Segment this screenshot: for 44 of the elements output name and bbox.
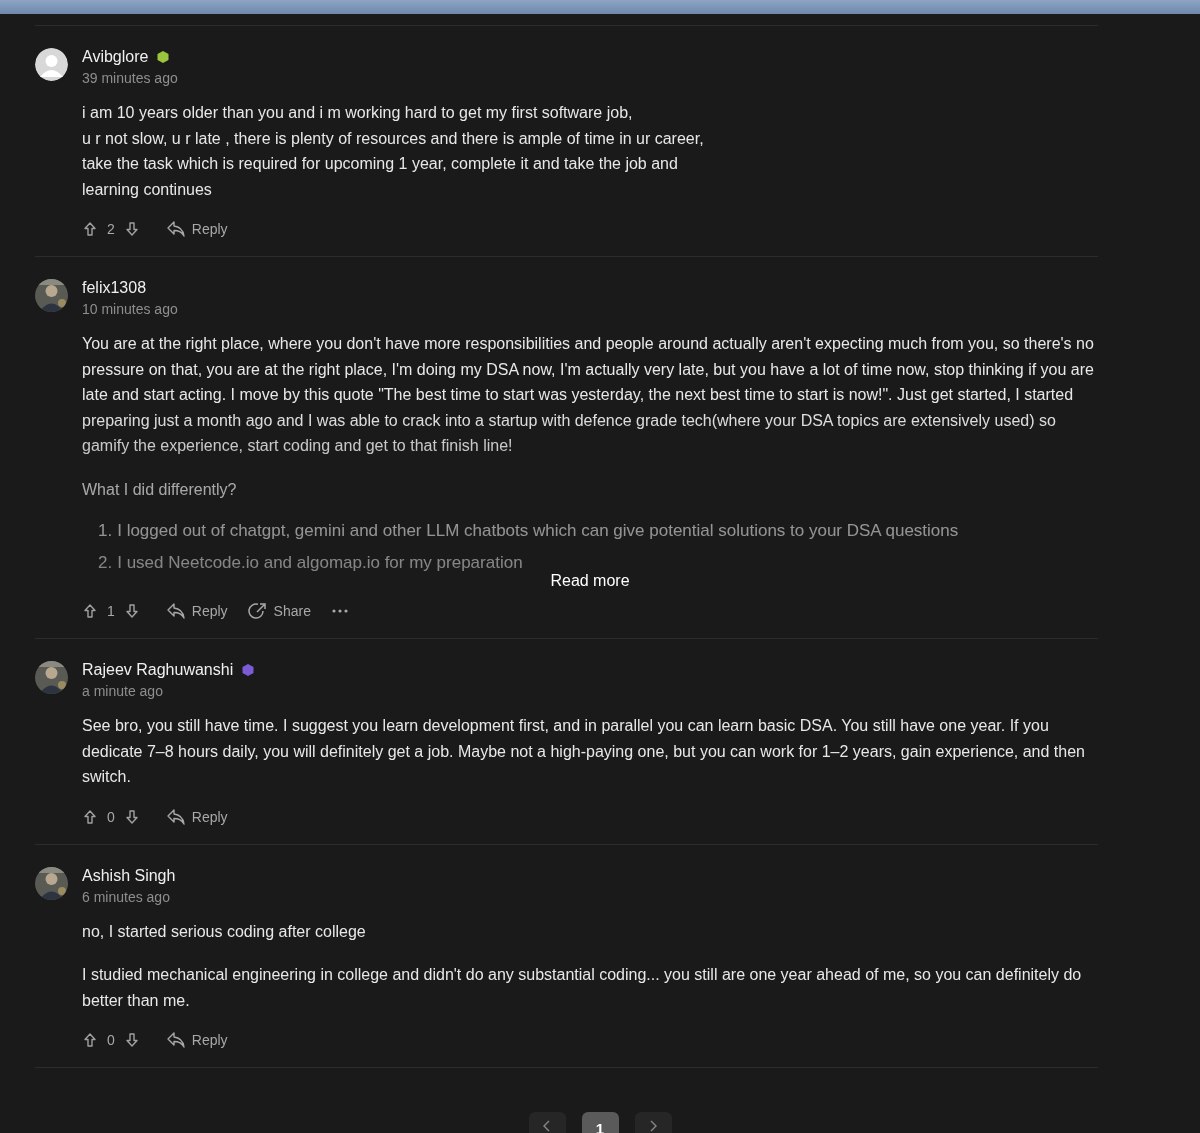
comment-text: You are at the right place, where you don't have more responsibilities and people around actually aren't expecting much from you, so there's no pressure on that, you are at the right place, I'm doing my DSA now, I'm actually very late, but you have a lot of time now, stop thinking if you are late and start acting. I move by this quote "The best time to start was yesterday, the next best time to start is now!". Just get started, I started preparing just a month ago and I was able to crack into a startup with defence grade tech(where your DSA topics are extensively used) so gamify the experience, start coding and get to that finish line! bbox=[82, 334, 1095, 456]
upvote-icon[interactable] bbox=[82, 1032, 98, 1048]
reply-button[interactable]: Reply bbox=[165, 220, 228, 238]
downvote-icon[interactable] bbox=[123, 603, 140, 619]
reply-button[interactable]: Reply bbox=[165, 1031, 228, 1049]
comment-text: What I did differently? bbox=[82, 479, 238, 500]
comment-text: I studied mechanical engineering in college and didn't do any substantial coding... you still are one year ahead of me, so you can definitely do better than me. bbox=[82, 965, 1083, 1011]
upvote-icon[interactable] bbox=[82, 221, 98, 237]
reply-button[interactable]: Reply bbox=[165, 602, 228, 620]
comment-text: See bro, you still have time. I suggest you learn development first, and in parallel you can learn basic DSA. You still have one year. If you dedicate 7–8 hours daily, you will definitely get a job. Maybe not a high-paying one, but you can work for 1–2 years, gain experience, and then switch. bbox=[82, 716, 1086, 787]
list-item: I used Neetcode.io and algomap.io for my preparation bbox=[117, 552, 523, 574]
avatar[interactable] bbox=[35, 48, 68, 81]
read-more-link[interactable]: Read more bbox=[550, 572, 630, 590]
more-icon bbox=[330, 608, 349, 614]
vote-count: 0 bbox=[107, 1032, 115, 1048]
author-name[interactable]: Ashish Singh bbox=[82, 866, 176, 885]
reply-icon bbox=[165, 1031, 186, 1049]
timestamp: 39 minutes ago bbox=[82, 70, 179, 86]
downvote-icon[interactable] bbox=[123, 221, 140, 237]
upvote-icon[interactable] bbox=[82, 603, 98, 619]
downvote-icon[interactable] bbox=[123, 808, 140, 825]
author-name[interactable]: Avibglore bbox=[82, 48, 149, 66]
vote-count: 0 bbox=[107, 808, 115, 825]
vote-count: 2 bbox=[107, 221, 115, 237]
comment-text: no, I started serious coding after college bbox=[82, 921, 367, 942]
reply-icon bbox=[165, 807, 186, 826]
timestamp: a minute ago bbox=[82, 683, 164, 699]
list-number: 1. bbox=[98, 520, 113, 542]
list-number: 2. bbox=[98, 552, 113, 574]
timestamp: 6 minutes ago bbox=[82, 888, 171, 905]
list-item: I logged out of chatgpt, gemini and other LLM chatbots which can give potential solutions to your DSA questions bbox=[117, 520, 959, 542]
reply-icon bbox=[165, 602, 186, 620]
author-name[interactable]: felix1308 bbox=[82, 279, 147, 297]
reply-button[interactable]: Reply bbox=[165, 807, 228, 826]
downvote-icon[interactable] bbox=[123, 1032, 140, 1048]
author-name[interactable]: Rajeev Raghuwanshi bbox=[82, 661, 234, 679]
more-button[interactable] bbox=[330, 608, 349, 614]
share-button[interactable]: Share bbox=[247, 602, 311, 620]
reply-icon bbox=[165, 220, 186, 238]
vote-count: 1 bbox=[107, 603, 115, 619]
comment-text: i am 10 years older than you and i m working hard to get my first software job, u r not slow, u r late , there is plenty of resources and there is ample of time in ur career, take the task which is required for upcoming 1 year, complete it and take the job and learning continues bbox=[82, 103, 705, 200]
share-icon bbox=[247, 602, 268, 620]
timestamp: 10 minutes ago bbox=[82, 301, 179, 317]
upvote-icon[interactable] bbox=[82, 808, 98, 825]
